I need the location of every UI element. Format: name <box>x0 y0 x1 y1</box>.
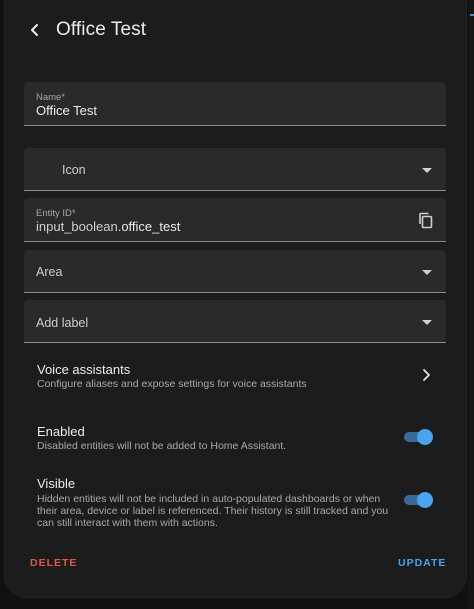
visible-toggle[interactable] <box>404 492 434 508</box>
name-field-label: Name* <box>36 92 66 103</box>
label-picker[interactable]: Add label <box>24 300 446 343</box>
entity-settings-dialog: Office Test Name* Office Test Icon Entit… <box>5 0 466 597</box>
dialog-header: Office Test <box>5 0 466 62</box>
entity-id-value: input_boolean.office_test <box>36 219 180 234</box>
entity-id-object-id: office_test <box>121 219 181 234</box>
back-button[interactable] <box>21 16 49 44</box>
voice-assistants-title: Voice assistants <box>37 362 131 377</box>
label-picker-placeholder: Add label <box>36 316 89 330</box>
chevron-down-icon <box>422 320 432 325</box>
area-picker-placeholder: Area <box>36 265 63 279</box>
visible-subtitle-line: Hidden entities will not be included in … <box>37 493 381 505</box>
enabled-toggle[interactable] <box>404 429 434 445</box>
icon-picker[interactable]: Icon <box>24 148 446 191</box>
chevron-right-icon <box>423 369 430 381</box>
dialog-title: Office Test <box>56 19 147 40</box>
enabled-toggle-thumb <box>417 429 433 445</box>
visible-subtitle-line: can still interact with them with action… <box>37 517 218 529</box>
visible-title: Visible <box>37 476 76 491</box>
enabled-title: Enabled <box>37 424 85 439</box>
visible-subtitle-line: their area, device or label is reference… <box>37 505 389 517</box>
copy-icon[interactable] <box>418 212 434 230</box>
voice-assistants-subtitle: Configure aliases and expose settings fo… <box>37 378 307 390</box>
name-field-value: Office Test <box>36 103 97 118</box>
chevron-down-icon <box>422 168 432 173</box>
entity-id-label: Entity ID* <box>36 208 76 219</box>
background-edge <box>468 0 474 609</box>
update-button[interactable]: UPDATE <box>398 557 446 569</box>
visible-toggle-thumb <box>417 492 433 508</box>
chevron-left-icon <box>31 24 38 36</box>
area-picker[interactable]: Area <box>24 250 446 293</box>
name-field[interactable]: Name* Office Test <box>24 82 446 126</box>
enabled-subtitle: Disabled entities will not be added to H… <box>37 440 287 452</box>
background-accent-mark <box>470 14 474 16</box>
chevron-down-icon <box>422 270 432 275</box>
entity-id-prefix: input_boolean. <box>36 219 122 234</box>
entity-id-field[interactable]: Entity ID* input_boolean.office_test <box>24 198 446 242</box>
icon-picker-placeholder: Icon <box>62 163 86 177</box>
delete-button[interactable]: DELETE <box>30 557 77 569</box>
